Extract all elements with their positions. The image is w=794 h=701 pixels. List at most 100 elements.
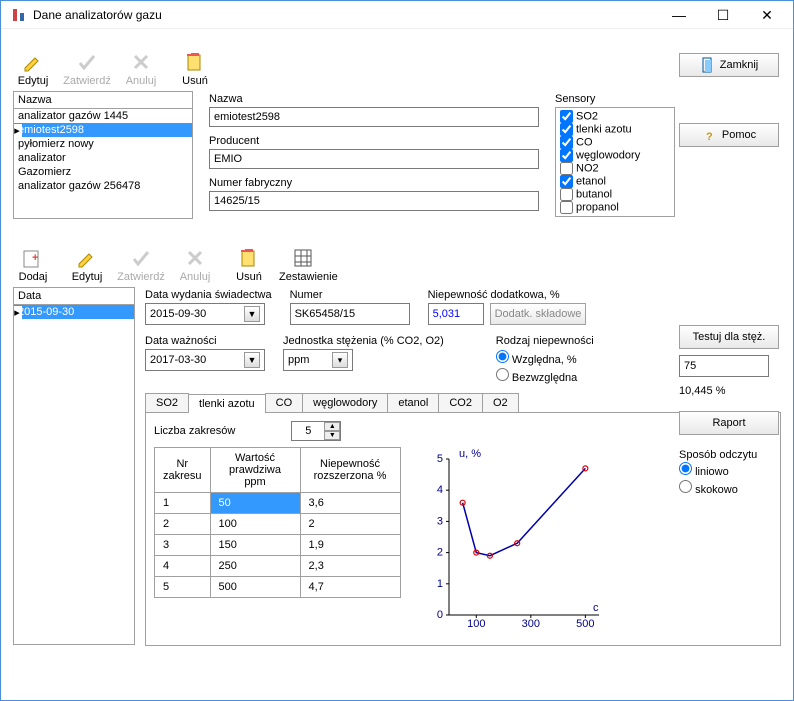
range-count-spin[interactable]: ▲▼ xyxy=(291,421,341,441)
table-row[interactable]: 1503,6 xyxy=(155,493,401,514)
door-icon xyxy=(700,57,716,73)
help-icon: ? xyxy=(702,127,718,143)
test-result: 10,445 % xyxy=(679,385,779,397)
svg-text:0: 0 xyxy=(436,609,442,621)
report-button[interactable]: Raport xyxy=(679,411,779,435)
chevron-down-icon: ▼ xyxy=(244,306,260,322)
minimize-button[interactable]: — xyxy=(657,5,701,25)
issue-date-label: Data wydania świadectwa xyxy=(145,289,272,301)
name-input[interactable]: emiotest2598 xyxy=(209,107,539,127)
addcomp-button[interactable]: Dodatk. składowe xyxy=(490,303,587,325)
readmode-step-radio[interactable]: skokowo xyxy=(679,479,779,497)
svg-text:100: 100 xyxy=(467,618,485,630)
ranges-table[interactable]: Nr zakresu Wartość prawdziwa ppm Niepewn… xyxy=(154,447,401,598)
delete-button-2[interactable]: Usuń xyxy=(225,247,273,283)
test-value-input[interactable] xyxy=(679,355,769,377)
maximize-button[interactable]: ☐ xyxy=(701,5,745,25)
delete-button[interactable]: Usuń xyxy=(171,51,219,87)
list-item[interactable]: 2015-09-30 xyxy=(14,305,134,319)
list-item[interactable]: pyłomierz nowy xyxy=(14,137,192,151)
sensor-checkbox[interactable]: CO xyxy=(558,136,672,149)
close-window-button[interactable]: ✕ xyxy=(745,5,789,25)
help-button-label: Pomoc xyxy=(722,129,756,141)
sensor-checkbox[interactable]: etanol xyxy=(558,175,672,188)
svg-text:3: 3 xyxy=(436,515,442,527)
serial-input[interactable]: 14625/15 xyxy=(209,191,539,211)
sensor-checkbox[interactable]: SO2 xyxy=(558,110,672,123)
range-count-label: Liczba zakresów xyxy=(154,425,235,437)
tab-co2[interactable]: CO2 xyxy=(438,393,483,412)
spin-down-icon[interactable]: ▼ xyxy=(324,431,340,440)
table-row[interactable]: 31501,9 xyxy=(155,535,401,556)
addunc-input[interactable] xyxy=(428,303,484,325)
svg-text:2: 2 xyxy=(436,547,442,559)
readmode-label: Sposób odczytu xyxy=(679,449,779,461)
svg-text:300: 300 xyxy=(521,618,539,630)
svg-text:1: 1 xyxy=(436,578,442,590)
list-item[interactable]: emiotest2598 xyxy=(14,123,192,137)
analyzer-list: Nazwa analizator gazów 1445emiotest2598p… xyxy=(13,91,193,219)
readmode-linear-radio[interactable]: liniowo xyxy=(679,461,779,479)
name-label: Nazwa xyxy=(209,93,539,105)
uncertainty-chart: 0 1 2 3 4 5 100 300 500 u, % c xyxy=(419,447,609,637)
table-row[interactable]: 55004,7 xyxy=(155,577,401,598)
add-button[interactable]: +Dodaj xyxy=(9,247,57,283)
panel2-title: Świadectwa kalibracji xyxy=(1,225,793,243)
table-row[interactable]: 21002 xyxy=(155,514,401,535)
unit-label: Jednostka stężenia (% CO2, O2) xyxy=(283,335,444,347)
dates-header[interactable]: Data xyxy=(13,287,135,305)
close-button-label: Zamknij xyxy=(720,59,759,71)
table-row[interactable]: 42502,3 xyxy=(155,556,401,577)
window-title: Dane analizatorów gazu xyxy=(33,8,657,22)
sensors-list[interactable]: SO2tlenki azotuCOwęglowodoryNO2etanolbut… xyxy=(555,107,675,217)
sensor-checkbox[interactable]: propanol xyxy=(558,201,672,214)
svg-text:c: c xyxy=(593,602,599,614)
list-item[interactable]: Gazomierz xyxy=(14,165,192,179)
list-item[interactable]: analizator xyxy=(14,151,192,165)
confirm-button: Zatwierdź xyxy=(63,51,111,87)
svg-text:+: + xyxy=(32,252,38,264)
tab-etanol[interactable]: etanol xyxy=(387,393,439,412)
cancel-button: Anuluj xyxy=(117,51,165,87)
list-button[interactable]: Zestawienie xyxy=(279,247,327,283)
analyzer-list-header[interactable]: Nazwa xyxy=(13,91,193,109)
cancel-button-2: Anuluj xyxy=(171,247,219,283)
sensor-checkbox[interactable]: NO2 xyxy=(558,162,672,175)
analyzer-list-items[interactable]: analizator gazów 1445emiotest2598pyłomie… xyxy=(13,109,193,219)
test-button[interactable]: Testuj dla stęż. xyxy=(679,325,779,349)
sensor-checkbox[interactable]: węglowodory xyxy=(558,149,672,162)
issue-date-combo[interactable]: 2015-09-30▼ xyxy=(145,303,265,325)
number-label: Numer xyxy=(290,289,410,301)
unckind-relative-radio[interactable]: Względna, % xyxy=(496,349,594,367)
sensors-label: Sensory xyxy=(555,93,675,105)
tab-tlenki-azotu[interactable]: tlenki azotu xyxy=(188,394,266,413)
chevron-down-icon: ▼ xyxy=(244,352,260,368)
svg-text:5: 5 xyxy=(436,453,442,465)
tab-węglowodory[interactable]: węglowodory xyxy=(302,393,388,412)
close-button[interactable]: Zamknij xyxy=(679,53,779,77)
unckind-absolute-radio[interactable]: Bezwzględna xyxy=(496,367,594,385)
titlebar: Dane analizatorów gazu — ☐ ✕ xyxy=(1,1,793,29)
unit-combo[interactable]: ppm▾ xyxy=(283,349,353,371)
tab-o2[interactable]: O2 xyxy=(482,393,519,412)
edit-button[interactable]: Edytuj xyxy=(9,51,57,87)
dates-items[interactable]: 2015-09-30 xyxy=(13,305,135,645)
tab-co[interactable]: CO xyxy=(265,393,304,412)
app-icon xyxy=(11,7,27,23)
panel1-title: Analizatory gazu xyxy=(1,29,793,47)
valid-combo[interactable]: 2017-03-30▼ xyxy=(145,349,265,371)
tab-so2[interactable]: SO2 xyxy=(145,393,189,412)
spin-up-icon[interactable]: ▲ xyxy=(324,422,340,431)
svg-text:500: 500 xyxy=(576,618,594,630)
svg-text:4: 4 xyxy=(436,484,442,496)
list-item[interactable]: analizator gazów 1445 xyxy=(14,109,192,123)
list-item[interactable]: analizator gazów 256478 xyxy=(14,179,192,193)
producer-input[interactable]: EMIO xyxy=(209,149,539,169)
edit-button-2[interactable]: Edytuj xyxy=(63,247,111,283)
help-button[interactable]: ? Pomoc xyxy=(679,123,779,147)
svg-text:u, %: u, % xyxy=(459,448,481,460)
sensor-checkbox[interactable]: tlenki azotu xyxy=(558,123,672,136)
number-input[interactable] xyxy=(290,303,410,325)
chevron-down-icon: ▾ xyxy=(332,352,348,368)
sensor-checkbox[interactable]: butanol xyxy=(558,188,672,201)
